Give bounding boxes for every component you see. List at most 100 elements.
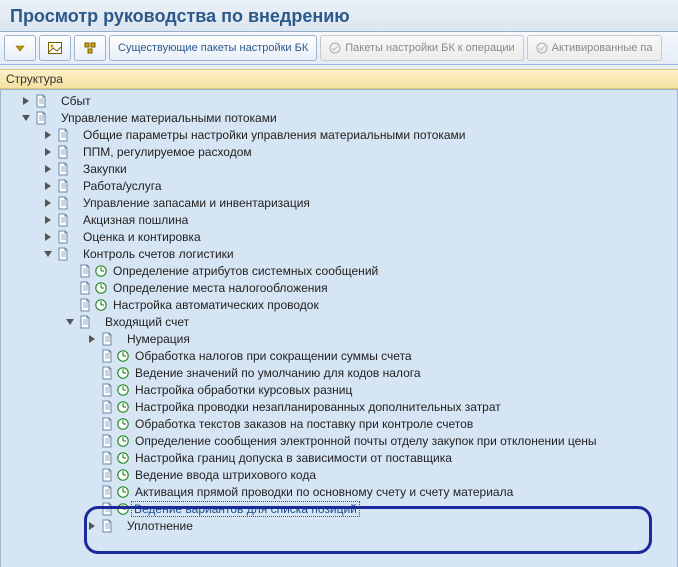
toolbar-img-icon[interactable] [39, 35, 71, 61]
tree-row[interactable]: Ведение ввода штрихового кода [1, 466, 677, 483]
collapse-icon[interactable] [41, 247, 55, 261]
expander-placeholder [63, 298, 77, 312]
activity-clock-icon[interactable] [93, 264, 109, 278]
tree[interactable]: Сбыт Управление материальными потоками Общ… [0, 89, 678, 567]
tree-row[interactable]: Настройка проводки незапланированных доп… [1, 398, 677, 415]
activity-clock-icon[interactable] [115, 400, 131, 414]
tree-row[interactable]: Настройка автоматических проводок [1, 296, 677, 313]
tree-row[interactable]: Общие параметры настройки управления мат… [1, 126, 677, 143]
tree-node-label[interactable]: Обработка текстов заказов на поставку пр… [131, 417, 473, 431]
expander-placeholder [85, 417, 99, 431]
expand-icon[interactable] [85, 519, 99, 533]
tree-row[interactable]: Нумерация [1, 330, 677, 347]
tree-row[interactable]: Управление материальными потоками [1, 109, 677, 126]
tree-node-label[interactable]: Определение сообщения электронной почты … [131, 434, 597, 448]
tree-row[interactable]: Управление запасами и инвентаризация [1, 194, 677, 211]
expand-icon[interactable] [41, 196, 55, 210]
tree-row[interactable]: Определение атрибутов системных сообщени… [1, 262, 677, 279]
tree-row[interactable]: Обработка налогов при сокращении суммы с… [1, 347, 677, 364]
tree-row[interactable]: ППМ, регулируемое расходом [1, 143, 677, 160]
activity-clock-icon[interactable] [115, 485, 131, 499]
tree-node-label[interactable]: Настройка проводки незапланированных доп… [131, 400, 501, 414]
tree-row[interactable]: Активация прямой проводки по основному с… [1, 483, 677, 500]
activity-clock-icon[interactable] [93, 281, 109, 295]
document-icon [99, 400, 115, 414]
expand-icon[interactable] [41, 213, 55, 227]
tree-row[interactable]: Ведение значений по умолчанию для кодов … [1, 364, 677, 381]
expander-placeholder [63, 281, 77, 295]
tree-node-label[interactable]: Нумерация [123, 332, 190, 346]
tree-row[interactable]: Настройка границ допуска в зависимости о… [1, 449, 677, 466]
toolbar-where-used-icon[interactable] [74, 35, 106, 61]
tree-node-label[interactable]: Входящий счет [101, 315, 189, 329]
expand-icon[interactable] [41, 145, 55, 159]
toolbar: Существующие пакеты настройки БК Пакеты … [0, 32, 678, 65]
document-icon [55, 196, 71, 210]
collapse-icon[interactable] [63, 315, 77, 329]
document-icon [55, 230, 71, 244]
btn-bc-sets-to-activity[interactable]: Пакеты настройки БК к операции [320, 35, 523, 61]
activity-clock-icon[interactable] [115, 434, 131, 448]
tree-node-label[interactable]: Обработка налогов при сокращении суммы с… [131, 349, 412, 363]
document-icon [99, 519, 115, 533]
tree-node-label[interactable]: Общие параметры настройки управления мат… [79, 128, 466, 142]
tree-row[interactable]: Сбыт [1, 92, 677, 109]
document-icon [99, 451, 115, 465]
tree-node-label[interactable]: Работа/услуга [79, 179, 162, 193]
tree-node-label[interactable]: Настройка обработки курсовых разниц [131, 383, 352, 397]
activity-clock-icon[interactable] [115, 502, 131, 516]
tree-node-label[interactable]: Определение атрибутов системных сообщени… [109, 264, 378, 278]
tree-node-label[interactable]: Настройка границ допуска в зависимости о… [131, 451, 452, 465]
expand-icon[interactable] [85, 332, 99, 346]
tree-node-label[interactable]: Закупки [79, 162, 127, 176]
expand-icon[interactable] [41, 128, 55, 142]
tree-row[interactable]: Работа/услуга [1, 177, 677, 194]
tree-node-label[interactable]: Уплотнение [123, 519, 193, 533]
document-icon [33, 94, 49, 108]
btn-activated-bc-sets[interactable]: Активированные па [527, 35, 662, 61]
tree-row[interactable]: Акцизная пошлина [1, 211, 677, 228]
tree-row[interactable]: Ведение вариантов для списка позиций [1, 500, 677, 517]
document-icon [99, 349, 115, 363]
tree-node-label[interactable]: Акцизная пошлина [79, 213, 188, 227]
tree-row[interactable]: Обработка текстов заказов на поставку пр… [1, 415, 677, 432]
tree-row[interactable]: Настройка обработки курсовых разниц [1, 381, 677, 398]
expand-icon[interactable] [41, 179, 55, 193]
tree-node-label[interactable]: Сбыт [57, 94, 91, 108]
expand-icon[interactable] [41, 162, 55, 176]
toolbar-dropdown-icon[interactable] [4, 35, 36, 61]
activity-clock-icon[interactable] [115, 417, 131, 431]
tree-node-label[interactable]: Ведение вариантов для списка позиций [131, 501, 360, 517]
expander-placeholder [85, 349, 99, 363]
tree-node-label[interactable]: ППМ, регулируемое расходом [79, 145, 252, 159]
expand-icon[interactable] [19, 94, 33, 108]
tree-node-label[interactable]: Управление материальными потоками [57, 111, 277, 125]
tree-node-label[interactable]: Оценка и контировка [79, 230, 201, 244]
expand-icon[interactable] [41, 230, 55, 244]
collapse-icon[interactable] [19, 111, 33, 125]
tree-node-label[interactable]: Контроль счетов логистики [79, 247, 234, 261]
document-icon [99, 468, 115, 482]
tree-node-label[interactable]: Активация прямой проводки по основному с… [131, 485, 513, 499]
activity-clock-icon[interactable] [93, 298, 109, 312]
activity-clock-icon[interactable] [115, 468, 131, 482]
tree-row[interactable]: Входящий счет [1, 313, 677, 330]
btn-existing-bc-sets[interactable]: Существующие пакеты настройки БК [109, 35, 317, 61]
tree-row[interactable]: Уплотнение [1, 517, 677, 534]
expander-placeholder [85, 366, 99, 380]
activity-clock-icon[interactable] [115, 451, 131, 465]
tree-node-label[interactable]: Ведение значений по умолчанию для кодов … [131, 366, 421, 380]
activity-clock-icon[interactable] [115, 349, 131, 363]
document-icon [99, 366, 115, 380]
activity-clock-icon[interactable] [115, 366, 131, 380]
tree-row[interactable]: Закупки [1, 160, 677, 177]
tree-row[interactable]: Определение места налогообложения [1, 279, 677, 296]
tree-row[interactable]: Определение сообщения электронной почты … [1, 432, 677, 449]
tree-node-label[interactable]: Управление запасами и инвентаризация [79, 196, 310, 210]
tree-node-label[interactable]: Определение места налогообложения [109, 281, 328, 295]
activity-clock-icon[interactable] [115, 383, 131, 397]
tree-row[interactable]: Контроль счетов логистики [1, 245, 677, 262]
tree-row[interactable]: Оценка и контировка [1, 228, 677, 245]
tree-node-label[interactable]: Настройка автоматических проводок [109, 298, 319, 312]
tree-node-label[interactable]: Ведение ввода штрихового кода [131, 468, 316, 482]
